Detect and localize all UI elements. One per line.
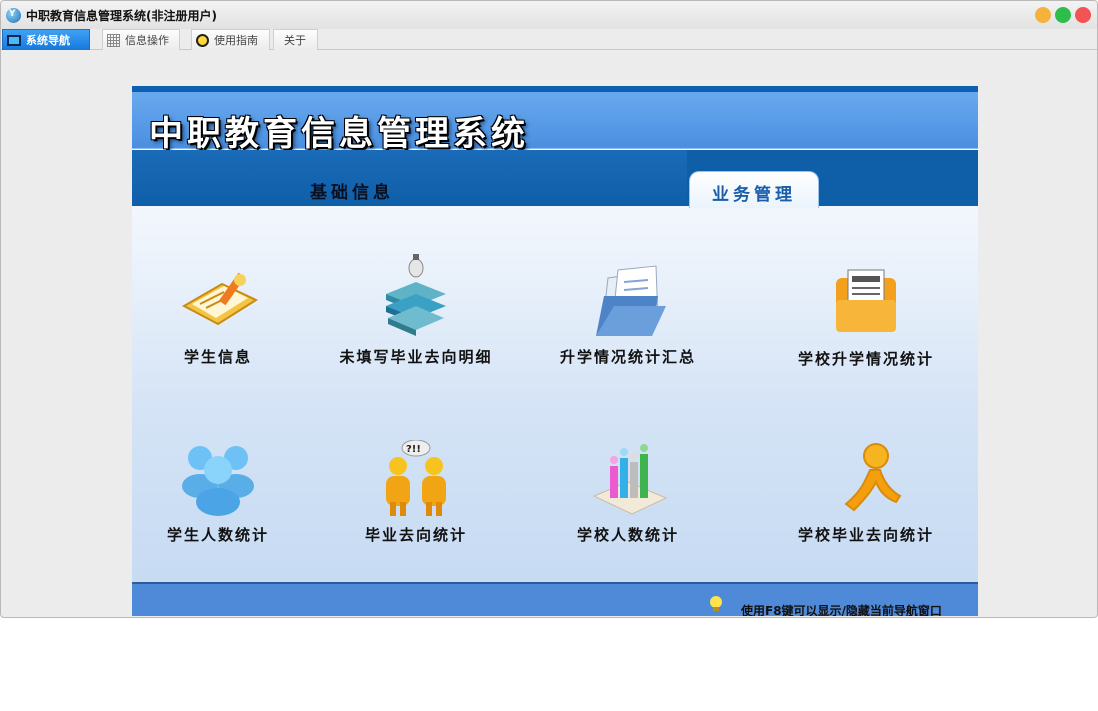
folder-documents-icon xyxy=(588,262,668,340)
footer-tip: 使用F8键可以显示/隐藏当前导航窗口 xyxy=(741,604,942,616)
tab-label: 使用指南 xyxy=(214,34,258,47)
orange-folder-icon xyxy=(826,264,906,342)
title-bar[interactable]: Y 中职教育信息管理系统(非注册用户) xyxy=(1,1,1097,29)
users-group-icon xyxy=(178,440,258,518)
student-info-icon xyxy=(178,262,259,340)
nav-item-unfilled-destination[interactable]: 未填写毕业去向明细 xyxy=(316,254,516,367)
nav-item-label: 学校人数统计 xyxy=(576,526,679,544)
nav-item-label: 学校升学情况统计 xyxy=(797,350,934,368)
tab-strip: 系统导航 信息操作 使用指南 关于 xyxy=(1,29,1097,50)
nav-item-label: 升学情况统计汇总 xyxy=(559,348,696,366)
tab-label: 系统导航 xyxy=(26,34,70,47)
nav-item-school-enrollment-stats[interactable]: 学校升学情况统计 xyxy=(766,264,966,369)
nav-item-student-count[interactable]: 学生人数统计 xyxy=(132,440,318,545)
nav-item-student-info[interactable]: 学生信息 xyxy=(132,262,318,367)
system-title: 中职教育信息管理系统 xyxy=(149,114,529,154)
svg-text:?!!: ?!! xyxy=(406,444,421,455)
grid-icon xyxy=(107,33,120,47)
tab-business-label: 业务管理 xyxy=(712,185,796,205)
close-button[interactable] xyxy=(1075,7,1091,23)
nav-item-label: 未填写毕业去向明细 xyxy=(339,348,493,366)
footer-bar: 使用F8键可以显示/隐藏当前导航窗口 xyxy=(132,582,978,616)
tab-basic-label: 基础信息 xyxy=(310,183,394,203)
app-logo-icon: Y xyxy=(6,8,21,23)
tab-user-guide[interactable]: 使用指南 xyxy=(191,29,270,50)
module-tab-band: 基础信息 业务管理 xyxy=(132,150,978,208)
maximize-button[interactable] xyxy=(1055,7,1071,23)
tab-business-management[interactable]: 业务管理 xyxy=(689,171,819,208)
minimize-button[interactable] xyxy=(1035,7,1051,23)
tab-about[interactable]: 关于 xyxy=(273,29,318,50)
nav-item-label: 学生人数统计 xyxy=(166,526,269,544)
monitor-icon xyxy=(7,34,21,46)
people-question-icon: ?!! xyxy=(376,439,456,518)
navigation-panel: 中职教育信息管理系统 基础信息 业务管理 学生信息 未填写毕业去向明细 升学情况… xyxy=(132,86,978,616)
app-window: Y 中职教育信息管理系统(非注册用户) 系统导航 信息操作 使用指南 关于 中职… xyxy=(0,0,1098,618)
bar-people-icon xyxy=(588,440,668,518)
lightbulb-tip-icon xyxy=(710,596,722,612)
tab-label: 关于 xyxy=(284,34,306,47)
tab-system-nav[interactable]: 系统导航 xyxy=(2,29,90,50)
nav-item-school-destination-stats[interactable]: 学校毕业去向统计 xyxy=(766,440,966,545)
nav-item-label: 毕业去向统计 xyxy=(364,526,467,544)
tab-basic-info[interactable]: 基础信息 xyxy=(132,150,687,206)
nav-item-enrollment-summary[interactable]: 升学情况统计汇总 xyxy=(528,262,728,367)
window-title: 中职教育信息管理系统(非注册用户) xyxy=(26,9,217,23)
tab-label: 信息操作 xyxy=(125,34,169,47)
nav-item-label: 学生信息 xyxy=(183,348,252,366)
nav-item-label: 学校毕业去向统计 xyxy=(797,526,934,544)
nav-item-destination-stats[interactable]: ?!! 毕业去向统计 xyxy=(316,439,516,545)
lightbulb-icon xyxy=(196,33,209,47)
system-banner: 中职教育信息管理系统 xyxy=(132,92,978,154)
nav-item-school-count[interactable]: 学校人数统计 xyxy=(528,440,728,545)
tab-info-ops[interactable]: 信息操作 xyxy=(102,29,180,50)
books-lamp-icon xyxy=(376,254,456,340)
running-man-icon xyxy=(826,440,906,518)
